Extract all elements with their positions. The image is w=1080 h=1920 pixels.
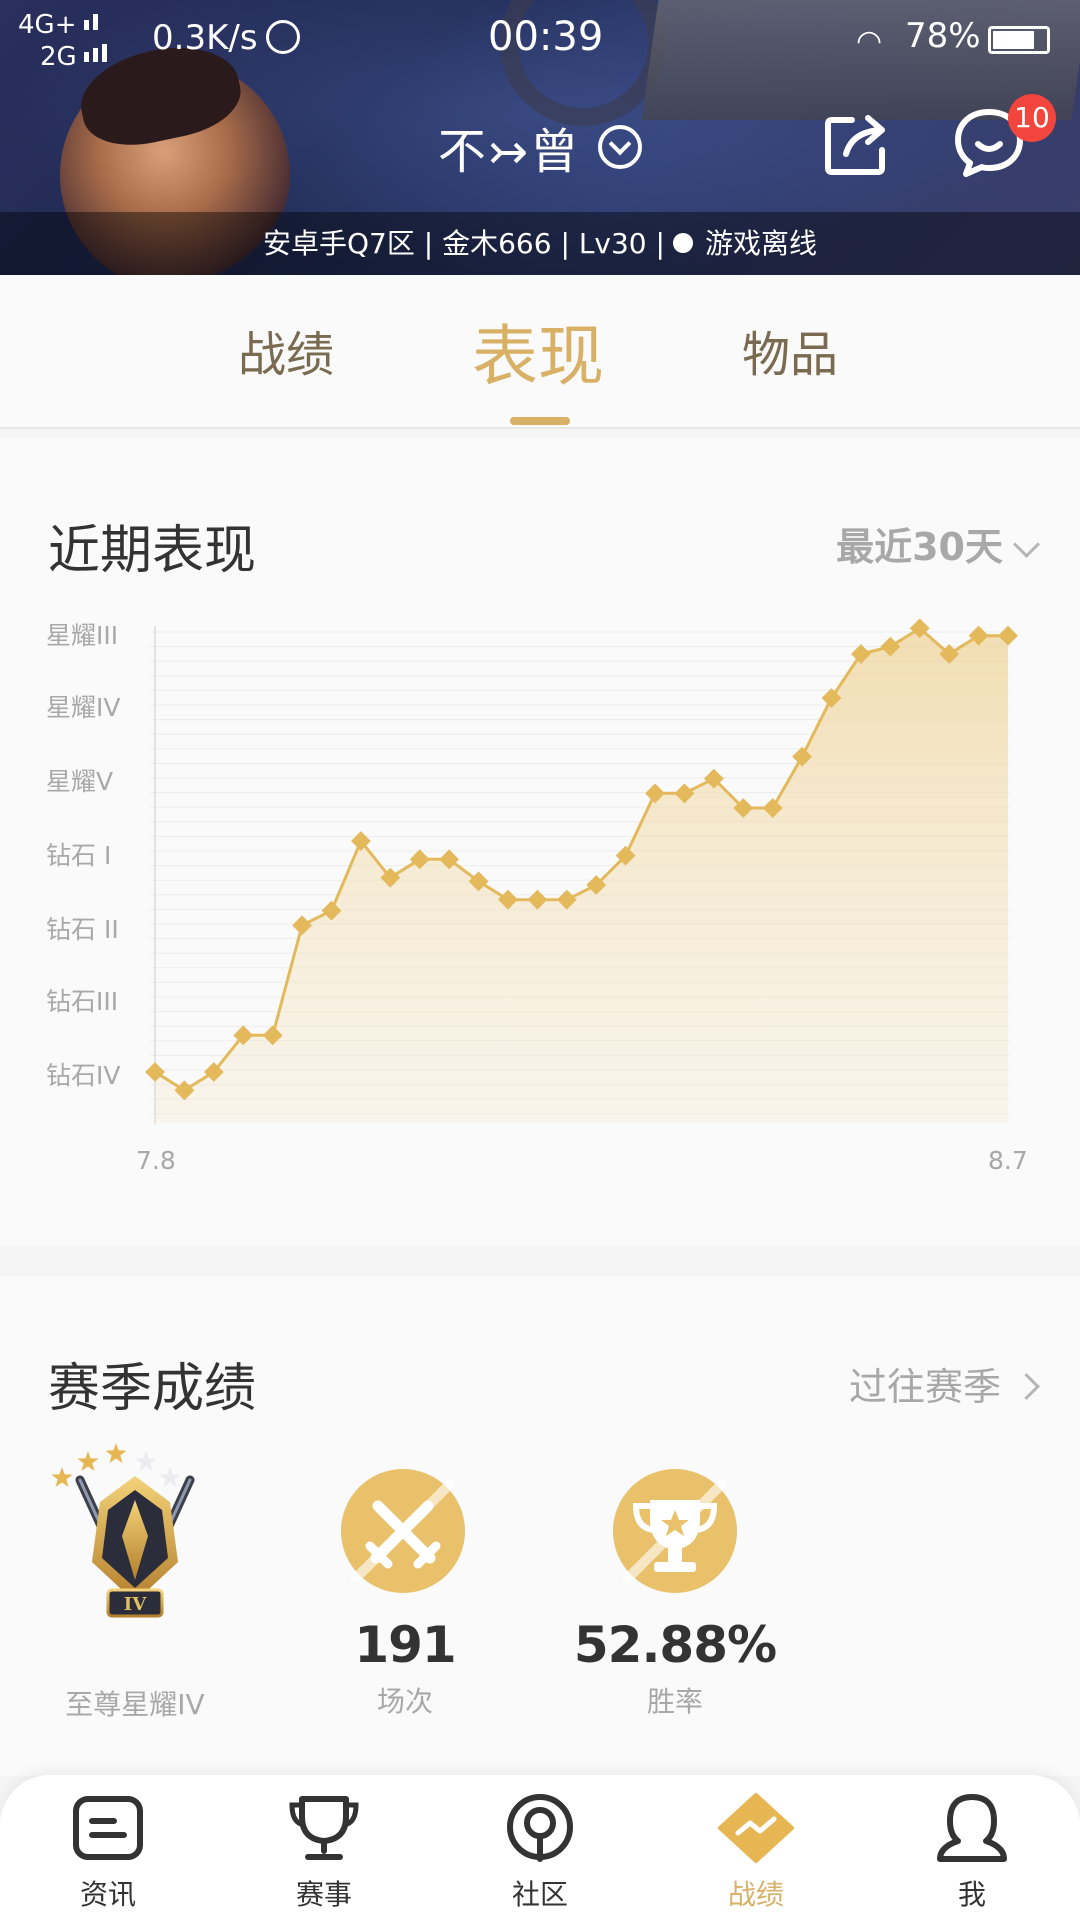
winrate-value: 52.88% [573, 1616, 777, 1674]
community-icon [507, 1794, 573, 1862]
nav-events-label: 赛事 [295, 1878, 352, 1911]
matches-label: 场次 [376, 1685, 433, 1718]
nav-me-label: 我 [957, 1878, 986, 1911]
nav-community[interactable]: 社区 [470, 1793, 610, 1913]
chevron-right-icon [1013, 1373, 1040, 1400]
rank-star-icon [135, 1451, 157, 1471]
rank-emblem-icon: IV [51, 1443, 195, 1618]
past-seasons-link[interactable]: 过往赛季 [848, 1356, 1040, 1411]
trophy-icon [289, 1796, 359, 1860]
nav-news[interactable]: 资讯 [38, 1793, 178, 1913]
svg-text:IV: IV [124, 1594, 147, 1615]
rank-star-icon [77, 1451, 99, 1471]
winrate-stat: 52.88% 胜率 [570, 1616, 780, 1720]
news-icon [73, 1796, 143, 1860]
season-title: 赛季成绩 [48, 1359, 257, 1419]
rank-star-icon [105, 1443, 127, 1463]
matches-value: 191 [354, 1616, 456, 1674]
rank-star-icon [51, 1467, 73, 1487]
nav-events[interactable]: 赛事 [254, 1793, 394, 1913]
crossed-swords-icon [341, 1469, 465, 1593]
stats-icon [718, 1793, 794, 1863]
chart-area [155, 628, 1008, 1122]
trophy-icon [613, 1469, 737, 1593]
nav-stats[interactable]: 战绩 [686, 1793, 826, 1913]
past-seasons-label: 过往赛季 [848, 1365, 1001, 1409]
chart-x-tick: 8.7 [988, 1146, 1028, 1175]
nav-me[interactable]: 我 [902, 1793, 1042, 1913]
rank-stars [51, 1443, 181, 1487]
matches-stat: 191 场次 [300, 1616, 510, 1720]
bottom-nav: 资讯 赛事 社区 战绩 我 [0, 1775, 1080, 1920]
nav-news-label: 资讯 [79, 1878, 136, 1911]
nav-community-label: 社区 [511, 1878, 568, 1911]
chart-x-tick: 7.8 [136, 1146, 176, 1175]
nav-stats-label: 战绩 [727, 1878, 784, 1911]
profile-icon [937, 1794, 1007, 1862]
rank-star-icon [159, 1467, 181, 1487]
performance-chart [145, 618, 1018, 1124]
winrate-label: 胜率 [646, 1685, 703, 1718]
rank-name: 至尊星耀IV [65, 1688, 205, 1721]
